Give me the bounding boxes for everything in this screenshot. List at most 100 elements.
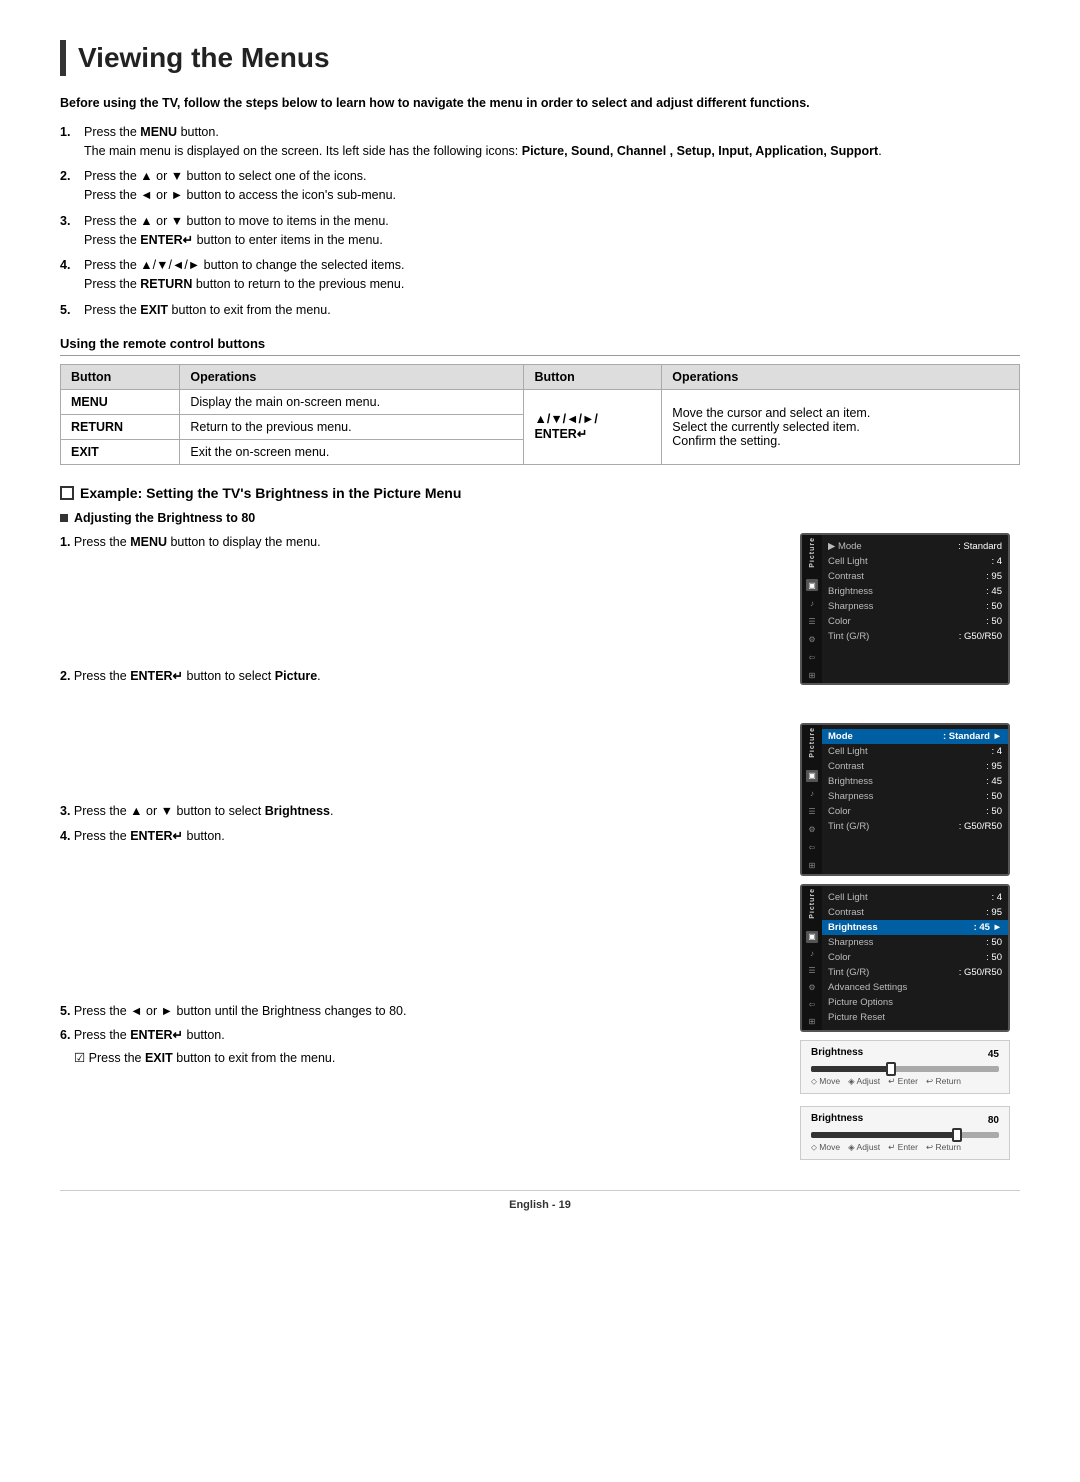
btn-return: RETURN — [61, 414, 180, 439]
slider-thumb-80 — [952, 1128, 962, 1142]
step-4: 4. Press the ▲/▼/◄/► button to change th… — [60, 256, 1020, 294]
tv-icon-picture-3: ▣ — [806, 931, 818, 943]
step-num-1: 1. — [60, 123, 78, 161]
tv-row-sharpness: Sharpness: 50 — [828, 599, 1002, 614]
btn-exit: EXIT — [61, 439, 180, 464]
step-2: 2. Press the ▲ or ▼ button to select one… — [60, 167, 1020, 205]
step-1: 1. Press the MENU button. The main menu … — [60, 123, 1020, 161]
step-5: 5. Press the EXIT button to exit from th… — [60, 301, 1020, 320]
tv-icon-input-3: ⇦ — [806, 999, 818, 1011]
step-3: 3. Press the ▲ or ▼ button to move to it… — [60, 212, 1020, 250]
tv-row-celllight-2: Cell Light: 4 — [828, 744, 1002, 759]
spacer-2 — [60, 702, 780, 802]
tv-row-advanced: Advanced Settings — [828, 980, 1002, 995]
example-title: Example: Setting the TV's Brightness in … — [80, 485, 461, 501]
tv-screenshot-2: Picture ▣ ♪ ☰ ⚙ ⇦ ⊞ Mode: Standard ► — [800, 723, 1010, 876]
tv-icon-input-2: ⇦ — [806, 842, 818, 854]
tv-icon-app: ⊞ — [806, 669, 818, 681]
page-title: Viewing the Menus — [78, 42, 330, 74]
tv-screenshot-3: Picture ▣ ♪ ☰ ⚙ ⇦ ⊞ Cell Light: 4 — [800, 884, 1010, 1032]
bullet-icon — [60, 514, 68, 522]
slider-label-80: Brightness — [811, 1113, 863, 1124]
slider-track-45 — [811, 1066, 999, 1072]
tv-icon-sound: ♪ — [806, 597, 818, 609]
op-return: Return to the previous menu. — [180, 414, 524, 439]
page-title-bar: Viewing the Menus — [60, 40, 1020, 76]
tv-icon-picture: ▣ — [806, 579, 818, 591]
col-operations-2: Operations — [662, 364, 1020, 389]
sub-heading: Adjusting the Brightness to 80 — [60, 511, 1020, 525]
op-menu: Display the main on-screen menu. — [180, 389, 524, 414]
tv-row-color: Color: 50 — [828, 614, 1002, 629]
tv-row-tint-2: Tint (G/R): G50/R50 — [828, 819, 1002, 834]
example-step-2: 2. Press the ENTER↵ button to select Pic… — [60, 667, 780, 686]
tv-icon-input: ⇦ — [806, 651, 818, 663]
slider-fill-45 — [811, 1066, 892, 1072]
op-exit: Exit the on-screen menu. — [180, 439, 524, 464]
tv-row-celllight: Cell Light: 4 — [828, 554, 1002, 569]
tv-row-tint: Tint (G/R): G50/R50 — [828, 629, 1002, 644]
tv-icon-app-3: ⊞ — [806, 1016, 818, 1028]
tv-icon-sound-2: ♪ — [806, 788, 818, 800]
tv-row-contrast: Contrast: 95 — [828, 569, 1002, 584]
tv-row-color-3: Color: 50 — [828, 950, 1002, 965]
tv-icon-setup: ⚙ — [806, 633, 818, 645]
steps-list: 1. Press the MENU button. The main menu … — [60, 123, 1020, 320]
tv-row-sharpness-3: Sharpness: 50 — [828, 935, 1002, 950]
tv-row-celllight-3: Cell Light: 4 — [828, 890, 1002, 905]
tv-icon-channel-3: ☰ — [806, 965, 818, 977]
spacer-1 — [60, 567, 780, 667]
op-nav: Move the cursor and select an item.Selec… — [662, 389, 1020, 464]
icons-list: Picture, Sound, Channel , Setup, Input, … — [522, 144, 878, 158]
spacer-3 — [60, 862, 780, 1002]
tv-icon-app-2: ⊞ — [806, 860, 818, 872]
tv-row-mode-hl: Mode: Standard ► — [822, 729, 1008, 744]
example-heading: Example: Setting the TV's Brightness in … — [60, 485, 1020, 501]
tv-icon-setup-2: ⚙ — [806, 824, 818, 836]
sidebar-label-2: Picture — [809, 727, 816, 762]
tv-row-sharpness-2: Sharpness: 50 — [828, 789, 1002, 804]
sidebar-label-1: Picture — [809, 537, 816, 572]
tv-menu-content-3: Cell Light: 4 Contrast: 95 Brightness: 4… — [822, 886, 1008, 1030]
slider-label-45: Brightness — [811, 1047, 863, 1058]
left-col: 1. Press the MENU button to display the … — [60, 533, 780, 1160]
slider-controls-45: ⬦ Move ◈ Adjust ↵ Enter ↩ Return — [811, 1076, 999, 1087]
right-col: Picture ▣ ♪ ☰ ⚙ ⇦ ⊞ ▶ Mode: Standard — [800, 533, 1020, 1160]
tv-icon-picture-2: ▣ — [806, 770, 818, 782]
remote-control-table: Button Operations Button Operations MENU… — [60, 364, 1020, 465]
title-accent — [60, 40, 66, 76]
tv-icon-setup-3: ⚙ — [806, 982, 818, 994]
slider-fill-80 — [811, 1132, 958, 1138]
btn-nav: ▲/▼/◄/►/ENTER↵ — [524, 389, 662, 464]
example-step-3-4: 3. Press the ▲ or ▼ button to select Bri… — [60, 802, 780, 846]
tv-menu-content-1: ▶ Mode: Standard Cell Light: 4 Contrast:… — [822, 535, 1008, 684]
tv-row-picture-options: Picture Options — [828, 995, 1002, 1010]
tv-row-tint-3: Tint (G/R): G50/R50 — [828, 965, 1002, 980]
page-footer: English - 19 — [60, 1190, 1020, 1211]
sidebar-label-3: Picture — [809, 888, 816, 923]
sub-heading-text: Adjusting the Brightness to 80 — [74, 511, 255, 525]
btn-menu: MENU — [61, 389, 180, 414]
col-button-2: Button — [524, 364, 662, 389]
tv-icon-sound-3: ♪ — [806, 948, 818, 960]
tv-screenshot-1: Picture ▣ ♪ ☰ ⚙ ⇦ ⊞ ▶ Mode: Standard — [800, 533, 1010, 686]
table-row-menu: MENU Display the main on-screen menu. ▲/… — [61, 389, 1020, 414]
brightness-slider-45: Brightness 45 ⬦ Move ◈ Adjust ↵ Enter ↩ … — [800, 1040, 1010, 1094]
content-area: 1. Press the MENU button to display the … — [60, 533, 1020, 1160]
slider-controls-80: ⬦ Move ◈ Adjust ↵ Enter ↩ Return — [811, 1142, 999, 1153]
col-operations-1: Operations — [180, 364, 524, 389]
slider-value-80: 80 — [988, 1115, 999, 1126]
slider-track-80 — [811, 1132, 999, 1138]
intro-text: Before using the TV, follow the steps be… — [60, 94, 1020, 113]
menu-keyword: MENU — [140, 125, 177, 139]
tv-icon-channel: ☰ — [806, 615, 818, 627]
tv-row-brightness-hl: Brightness: 45 ► — [822, 920, 1008, 935]
example-step-1: 1. Press the MENU button to display the … — [60, 533, 780, 552]
tv-icon-channel-2: ☰ — [806, 806, 818, 818]
col-button-1: Button — [61, 364, 180, 389]
tv-row-contrast-2: Contrast: 95 — [828, 759, 1002, 774]
tv-menu-content-2: Mode: Standard ► Cell Light: 4 Contrast:… — [822, 725, 1008, 874]
tv-row-brightness: Brightness: 45 — [828, 584, 1002, 599]
tv-row-mode: ▶ Mode: Standard — [828, 539, 1002, 554]
footer-text: English - 19 — [509, 1199, 571, 1211]
